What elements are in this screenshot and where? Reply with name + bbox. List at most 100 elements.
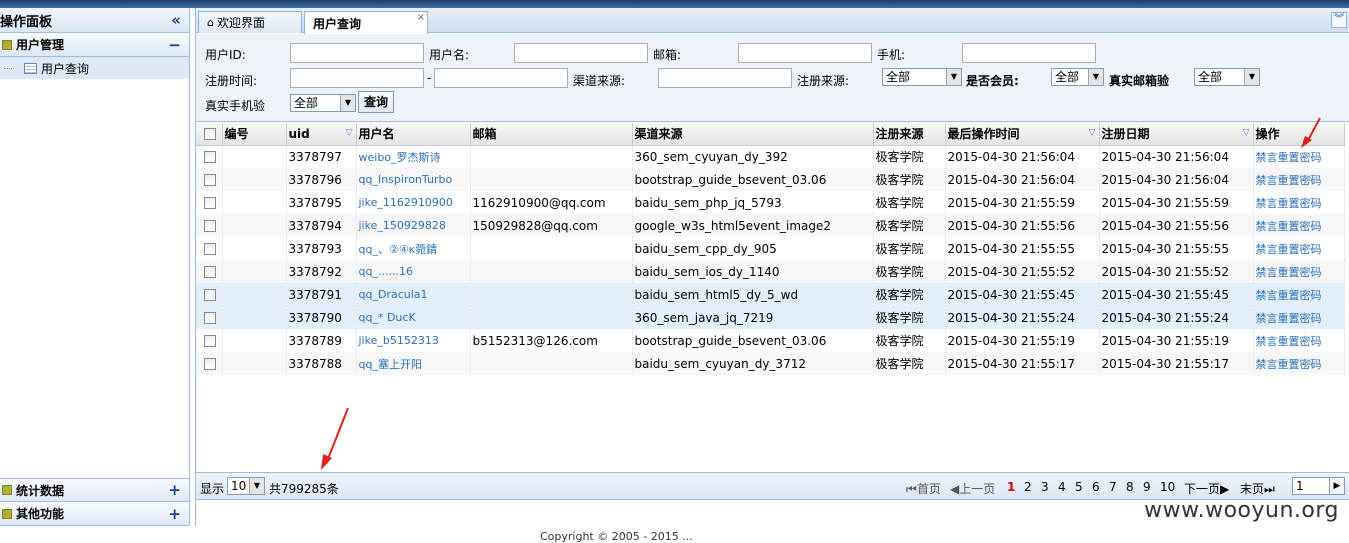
column-header-channel[interactable]: 渠道来源 bbox=[632, 123, 874, 146]
row-checkbox-cell[interactable] bbox=[196, 237, 223, 260]
email-input[interactable] bbox=[738, 43, 872, 63]
row-checkbox[interactable] bbox=[204, 243, 216, 255]
row-checkbox[interactable] bbox=[204, 358, 216, 370]
sort-icon[interactable]: ▽ bbox=[1089, 128, 1096, 138]
collapse-icon[interactable]: « bbox=[171, 11, 181, 29]
page-link-9[interactable]: 9 bbox=[1143, 480, 1151, 494]
username-cell[interactable]: qq_、②④κ菀錆 bbox=[356, 237, 471, 260]
table-row[interactable]: 3378797 weibo_罗杰斯诗 360_sem_cyuyan_dy_392 极客… bbox=[196, 145, 1345, 168]
row-checkbox[interactable] bbox=[204, 335, 216, 347]
expand-plus-icon[interactable]: + bbox=[168, 481, 181, 499]
page-size-select[interactable]: 10 ▼ bbox=[227, 477, 265, 495]
row-checkbox-cell[interactable] bbox=[196, 329, 223, 352]
column-header-uid[interactable]: uid ▽ bbox=[286, 123, 357, 146]
row-checkbox-cell[interactable] bbox=[196, 168, 223, 191]
select-all-checkbox[interactable] bbox=[204, 128, 216, 141]
username-cell[interactable]: qq_InspironTurbo bbox=[356, 168, 471, 191]
accordion-user-management[interactable]: 用户管理 − bbox=[0, 33, 189, 57]
realemail-select[interactable]: 全部 ▼ bbox=[1194, 68, 1260, 86]
uid-input[interactable] bbox=[290, 43, 424, 63]
goto-page-button[interactable]: ▶ bbox=[1329, 477, 1345, 495]
actions-cell[interactable]: 禁言重置密码 bbox=[1253, 352, 1345, 375]
goto-page-input[interactable]: 1 bbox=[1292, 477, 1330, 495]
sort-icon[interactable]: ▽ bbox=[1243, 128, 1250, 138]
column-header-last-op[interactable]: 最后操作时间 ▽ bbox=[945, 123, 1100, 146]
page-link-2[interactable]: 2 bbox=[1024, 480, 1032, 494]
table-row[interactable]: 3378791 qq_Dracula1 baidu_sem_html5_dy_5_w… bbox=[196, 283, 1345, 306]
query-button[interactable]: 查询 bbox=[358, 91, 395, 113]
username-cell[interactable]: qq_......16 bbox=[356, 260, 471, 283]
select-all-header[interactable] bbox=[196, 123, 223, 146]
column-header-number[interactable]: 编号 bbox=[222, 123, 287, 146]
username-cell[interactable]: jike_150929828 bbox=[356, 214, 471, 237]
tab-user-query[interactable]: 用户查询 × bbox=[304, 11, 428, 34]
actions-cell[interactable]: 禁言重置密码 bbox=[1253, 191, 1345, 214]
sidebar-item-user-query[interactable]: 用户查询 bbox=[0, 57, 189, 79]
prev-page-link[interactable]: ◀上一页 bbox=[950, 480, 995, 497]
row-checkbox-cell[interactable] bbox=[196, 283, 223, 306]
column-header-email[interactable]: 邮箱 bbox=[470, 123, 633, 146]
username-cell[interactable]: qq_塞上开阳 bbox=[356, 352, 471, 375]
realphone-select[interactable]: 全部 ▼ bbox=[290, 94, 356, 112]
row-checkbox-cell[interactable] bbox=[196, 191, 223, 214]
accordion-statistics[interactable]: 统计数据 + bbox=[0, 478, 189, 502]
page-link-4[interactable]: 4 bbox=[1058, 480, 1066, 494]
table-row[interactable]: 3378795 jike_1162910900 1162910900@qq.com b… bbox=[196, 191, 1345, 214]
row-checkbox[interactable] bbox=[204, 151, 216, 164]
collapse-minus-icon[interactable]: − bbox=[168, 36, 181, 54]
row-checkbox[interactable] bbox=[204, 197, 216, 209]
phone-input[interactable] bbox=[962, 43, 1096, 63]
table-row[interactable]: 3378789 jike_b5152313 b5152313@126.com boot… bbox=[196, 329, 1345, 352]
row-checkbox-cell[interactable] bbox=[196, 352, 223, 375]
row-checkbox-cell[interactable] bbox=[196, 306, 223, 329]
page-link-10[interactable]: 10 bbox=[1160, 480, 1175, 494]
actions-cell[interactable]: 禁言重置密码 bbox=[1253, 214, 1345, 237]
row-checkbox[interactable] bbox=[204, 289, 216, 301]
next-page-link[interactable]: 下一页▶ bbox=[1184, 480, 1229, 497]
actions-cell[interactable]: 禁言重置密码 bbox=[1253, 306, 1345, 329]
channel-input[interactable] bbox=[658, 68, 792, 88]
regsource-select[interactable]: 全部 ▼ bbox=[882, 68, 962, 86]
table-row[interactable]: 3378790 qq_* DucK 360_sem_java_jq_7219 极客学院… bbox=[196, 306, 1345, 329]
tab-welcome[interactable]: ⌂ 欢迎界面 bbox=[198, 11, 302, 33]
page-link-3[interactable]: 3 bbox=[1041, 480, 1049, 494]
expand-plus-icon[interactable]: + bbox=[168, 505, 181, 523]
page-link-7[interactable]: 7 bbox=[1109, 480, 1117, 494]
username-cell[interactable]: qq_* DucK bbox=[356, 306, 471, 329]
actions-cell[interactable]: 禁言重置密码 bbox=[1253, 260, 1345, 283]
column-header-username[interactable]: 用户名 bbox=[356, 123, 471, 146]
table-row[interactable]: 3378793 qq_、②④κ菀錆 baidu_sem_cpp_dy_905 极客学院… bbox=[196, 237, 1345, 260]
table-row[interactable]: 3378794 jike_150929828 150929828@qq.com goo… bbox=[196, 214, 1345, 237]
actions-cell[interactable]: 禁言重置密码 bbox=[1253, 237, 1345, 260]
regtime-start-input[interactable] bbox=[290, 68, 424, 88]
row-checkbox[interactable] bbox=[204, 312, 216, 324]
column-header-reg-date[interactable]: 注册日期 ▽ bbox=[1099, 123, 1254, 146]
username-cell[interactable]: qq_Dracula1 bbox=[356, 283, 471, 306]
page-link-6[interactable]: 6 bbox=[1092, 480, 1100, 494]
chevron-down-icon[interactable]: ︾ bbox=[1331, 12, 1347, 28]
sort-icon[interactable]: ▽ bbox=[346, 128, 353, 138]
actions-cell[interactable]: 禁言重置密码 bbox=[1253, 329, 1345, 352]
row-checkbox-cell[interactable] bbox=[196, 145, 223, 168]
page-link-1[interactable]: 1 bbox=[1007, 480, 1015, 494]
username-cell[interactable]: jike_b5152313 bbox=[356, 329, 471, 352]
last-page-link[interactable]: 末页⏭ bbox=[1240, 480, 1275, 497]
row-checkbox-cell[interactable] bbox=[196, 214, 223, 237]
page-link-5[interactable]: 5 bbox=[1075, 480, 1083, 494]
actions-cell[interactable]: 禁言重置密码 bbox=[1253, 145, 1345, 168]
page-link-8[interactable]: 8 bbox=[1126, 480, 1134, 494]
username-input[interactable] bbox=[514, 43, 648, 63]
actions-cell[interactable]: 禁言重置密码 bbox=[1253, 168, 1345, 191]
row-checkbox-cell[interactable] bbox=[196, 260, 223, 283]
regtime-end-input[interactable] bbox=[434, 68, 568, 88]
row-checkbox[interactable] bbox=[204, 266, 216, 278]
row-checkbox[interactable] bbox=[204, 220, 216, 232]
row-checkbox[interactable] bbox=[204, 174, 216, 186]
column-header-source[interactable]: 注册来源 bbox=[873, 123, 946, 146]
close-icon[interactable]: × bbox=[417, 12, 425, 23]
accordion-other-functions[interactable]: 其他功能 + bbox=[0, 502, 189, 526]
table-row[interactable]: 3378792 qq_......16 baidu_sem_ios_dy_1140 极… bbox=[196, 260, 1345, 283]
username-cell[interactable]: weibo_罗杰斯诗 bbox=[356, 145, 471, 168]
first-page-link[interactable]: ⏮首页 bbox=[906, 480, 941, 497]
table-row[interactable]: 3378796 qq_InspironTurbo bootstrap_guide_b… bbox=[196, 168, 1345, 191]
